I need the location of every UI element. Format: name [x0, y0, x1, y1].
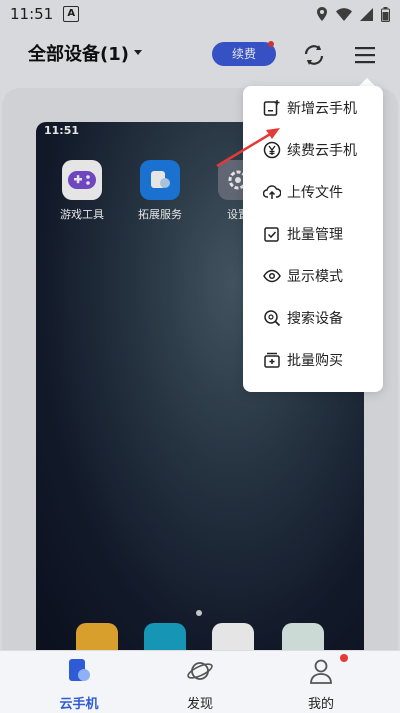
add-device-icon — [263, 99, 281, 117]
tab-mine[interactable]: 我的 — [276, 657, 366, 712]
menu-item-label: 显示模式 — [287, 269, 343, 285]
menu-item-upload-file[interactable]: 上传文件 — [243, 172, 383, 212]
search-device-icon — [263, 309, 281, 327]
mine-badge-dot — [340, 654, 348, 662]
tab-label: 发现 — [186, 697, 213, 712]
yen-icon — [263, 141, 281, 159]
eye-icon — [263, 267, 281, 285]
menu-item-display-mode[interactable]: 显示模式 — [243, 256, 383, 296]
planet-icon — [187, 662, 213, 680]
tab-label: 云手机 — [59, 697, 99, 712]
user-icon — [310, 659, 332, 684]
menu-item-add-cloud-phone[interactable]: 新增云手机 — [243, 88, 383, 128]
menu-item-label: 上传文件 — [287, 185, 343, 201]
actions-dropdown: 新增云手机 续费云手机 上传文件 批量管理 显示模式 搜索设备 批量购买 — [243, 86, 383, 392]
batch-buy-icon — [263, 351, 281, 369]
menu-item-search-device[interactable]: 搜索设备 — [243, 298, 383, 338]
cloud-phone-icon — [69, 659, 90, 681]
batch-check-icon — [263, 225, 281, 243]
tab-cloud-phone[interactable]: 云手机 — [34, 657, 124, 712]
menu-item-batch-buy[interactable]: 批量购买 — [243, 340, 383, 380]
upload-cloud-icon — [263, 183, 281, 201]
tab-discover[interactable]: 发现 — [155, 657, 245, 712]
menu-item-label: 新增云手机 — [287, 101, 357, 117]
menu-item-label: 搜索设备 — [287, 311, 343, 327]
menu-item-label: 续费云手机 — [287, 143, 357, 159]
menu-item-batch-manage[interactable]: 批量管理 — [243, 214, 383, 254]
menu-item-label: 批量购买 — [287, 353, 343, 369]
menu-item-renew-cloud-phone[interactable]: 续费云手机 — [243, 130, 383, 170]
menu-item-label: 批量管理 — [287, 227, 343, 243]
tab-label: 我的 — [307, 697, 334, 712]
